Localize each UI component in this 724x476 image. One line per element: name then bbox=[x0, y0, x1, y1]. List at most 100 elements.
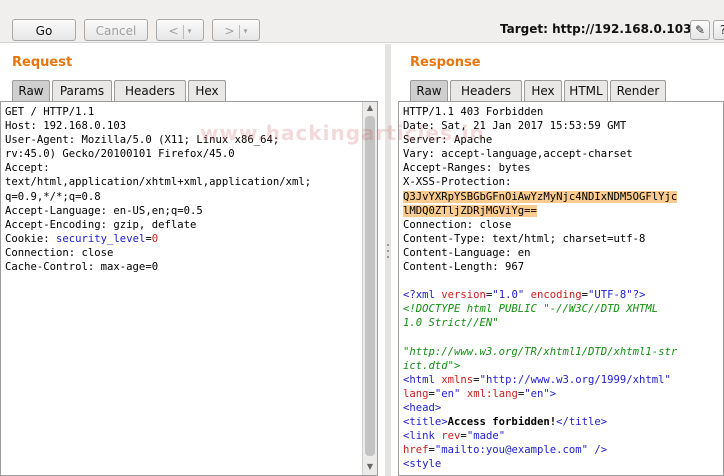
response-line: ict.dtd"> bbox=[403, 359, 677, 373]
edit-target-icon[interactable]: ✎ bbox=[690, 20, 710, 40]
response-token: "en" bbox=[434, 387, 461, 400]
forward-button[interactable]: > ▾ bbox=[212, 19, 260, 41]
response-token: X-XSS-Protection: bbox=[403, 176, 512, 189]
response-token: ?> bbox=[632, 289, 646, 302]
response-line: <style bbox=[403, 457, 677, 471]
toolbar: Go Cancel < ▾ > ▾ Target: http://192.168.0… bbox=[0, 0, 724, 43]
response-line: Content-Language: en bbox=[403, 246, 677, 260]
response-token: /> bbox=[587, 444, 608, 457]
response-line: lang="en" xml:lang="en"> bbox=[403, 387, 677, 401]
request-line: text/html,application/xhtml+xml,applicat… bbox=[5, 175, 311, 189]
response-line: 1.0 Strict//EN" bbox=[403, 316, 677, 330]
tab-request-raw[interactable]: Raw bbox=[12, 80, 50, 101]
request-token: text/html,application/xhtml+xml,applicat… bbox=[5, 176, 312, 189]
response-line: <html xmlns="http://www.w3.org/1999/xhtm… bbox=[403, 373, 677, 387]
forward-dropdown-icon[interactable]: ▾ bbox=[244, 27, 248, 36]
response-line: Content-Length: 967 bbox=[403, 260, 677, 274]
response-token: <head> bbox=[403, 401, 442, 414]
response-line: Q3JvYXRpYSBGbGFnOiAwYzMyNjc4NDIxNDM5OGFl… bbox=[403, 190, 678, 204]
response-line: X-XSS-Protection: bbox=[403, 175, 677, 189]
request-token: Cache-Control: max-age=0 bbox=[5, 261, 159, 274]
response-token: Accept-Ranges: bytes bbox=[403, 162, 531, 175]
back-button[interactable]: < ▾ bbox=[156, 19, 204, 41]
response-token: <title> bbox=[403, 416, 448, 429]
response-token: <?xml bbox=[403, 289, 442, 302]
response-line: <?xml version="1.0" encoding="UTF-8"?> bbox=[403, 288, 677, 302]
request-line: q=0.9,*/*;q=0.8 bbox=[5, 190, 311, 204]
response-token: Connection: close bbox=[403, 218, 512, 231]
request-token: Cookie: bbox=[5, 232, 57, 245]
request-token: Accept: bbox=[5, 162, 50, 175]
request-scroll-thumb[interactable] bbox=[365, 116, 375, 456]
response-token: <style bbox=[403, 458, 442, 471]
response-line: Accept-Ranges: bytes bbox=[403, 161, 677, 175]
request-line: Accept: bbox=[5, 161, 311, 175]
request-line: rv:45.0) Gecko/20100101 Firefox/45.0 bbox=[5, 147, 311, 161]
request-token: GET / HTTP/1.1 bbox=[5, 106, 95, 118]
back-dropdown-icon[interactable]: ▾ bbox=[188, 27, 192, 36]
tab-response-hex[interactable]: Hex bbox=[524, 80, 562, 101]
watermark: www.hackingarticles.in bbox=[200, 121, 485, 145]
back-arrow-icon: < bbox=[168, 24, 179, 38]
scroll-down-icon[interactable]: ▼ bbox=[363, 462, 377, 471]
response-token: encoding bbox=[530, 289, 582, 302]
cancel-button[interactable]: Cancel bbox=[84, 19, 148, 41]
response-token: "UTF-8" bbox=[588, 289, 633, 302]
go-button[interactable]: Go bbox=[12, 19, 76, 41]
tab-request-params[interactable]: Params bbox=[52, 80, 112, 101]
request-scrollbar[interactable]: ▲ ▼ bbox=[362, 102, 377, 475]
request-title: Request bbox=[12, 55, 73, 70]
response-token: "http://www.w3.org/1999/xhtml" bbox=[479, 373, 671, 386]
response-token: Q3JvYXRpYSBGbGFnOiAwYzMyNjc4NDIxNDM5OGFl… bbox=[403, 190, 678, 203]
response-token: Content-Language: en bbox=[403, 246, 531, 259]
request-line: Cache-Control: max-age=0 bbox=[5, 260, 311, 274]
response-token: href bbox=[403, 444, 429, 457]
request-token: Accept-Language: en-US,en;q=0.5 bbox=[5, 204, 203, 217]
request-token: rv:45.0) Gecko/20100101 Firefox/45.0 bbox=[5, 148, 235, 161]
request-token: 0 bbox=[151, 232, 159, 245]
response-line bbox=[403, 274, 677, 288]
response-line: HTTP/1.1 403 Forbidden bbox=[403, 105, 677, 119]
response-token: 1.0 Strict//EN" bbox=[403, 317, 499, 330]
response-line bbox=[403, 331, 677, 345]
response-token: ict.dtd"> bbox=[403, 359, 461, 372]
response-token: xml:lang bbox=[466, 387, 518, 400]
request-editor[interactable]: GET / HTTP/1.1 Host: 192.168.0.103 User-Ag… bbox=[0, 101, 378, 476]
response-token: <link bbox=[403, 430, 442, 443]
response-token: "en" bbox=[524, 387, 550, 400]
response-line: Connection: close bbox=[403, 218, 677, 232]
request-token: security_level bbox=[56, 232, 146, 245]
target-label: Target: http://192.168.0.103 bbox=[500, 22, 692, 36]
tab-response-render[interactable]: Render bbox=[610, 80, 666, 101]
response-token: "mailto:you@example.com" bbox=[434, 444, 588, 457]
help-icon[interactable]: ? bbox=[713, 20, 724, 40]
request-token: q=0.9,*/*;q=0.8 bbox=[5, 190, 101, 203]
scroll-up-icon[interactable]: ▲ bbox=[363, 103, 377, 112]
request-token: Connection: close bbox=[5, 246, 114, 259]
response-token: "1.0" bbox=[492, 289, 525, 302]
response-token: <html bbox=[403, 373, 442, 386]
response-token: </title> bbox=[556, 416, 608, 429]
response-editor[interactable]: HTTP/1.1 403 Forbidden Date: Sat, 21 Jan … bbox=[398, 101, 724, 476]
request-token: Accept-Encoding: gzip, deflate bbox=[5, 218, 197, 231]
request-line: Connection: close bbox=[5, 246, 311, 260]
response-title: Response bbox=[410, 55, 481, 70]
forward-arrow-icon: > bbox=[224, 24, 235, 38]
response-token: version bbox=[441, 289, 486, 302]
response-text: HTTP/1.1 403 Forbidden Date: Sat, 21 Jan … bbox=[403, 105, 678, 471]
response-line: lMDQ0ZTljZDRjMGViYg== bbox=[403, 204, 677, 218]
tab-response-html[interactable]: HTML bbox=[564, 80, 608, 101]
tab-request-hex[interactable]: Hex bbox=[188, 80, 226, 101]
tab-response-headers[interactable]: Headers bbox=[450, 80, 522, 101]
request-line: Cookie: security_level=0 bbox=[5, 232, 311, 246]
response-token: Access forbidden! bbox=[447, 416, 557, 429]
request-line: Accept-Encoding: gzip, deflate bbox=[5, 218, 311, 232]
request-line: GET / HTTP/1.1 bbox=[5, 105, 311, 119]
pane-splitter[interactable] bbox=[385, 44, 391, 476]
response-token: Vary: accept-language,accept-charset bbox=[403, 148, 633, 161]
response-token: "http://www.w3.org/TR/xhtml1/DTD/xhtml1-… bbox=[403, 345, 678, 358]
tab-response-raw[interactable]: Raw bbox=[410, 80, 448, 101]
response-token: xmlns bbox=[441, 373, 474, 386]
response-line: Content-Type: text/html; charset=utf-8 bbox=[403, 232, 677, 246]
tab-request-headers[interactable]: Headers bbox=[114, 80, 186, 101]
